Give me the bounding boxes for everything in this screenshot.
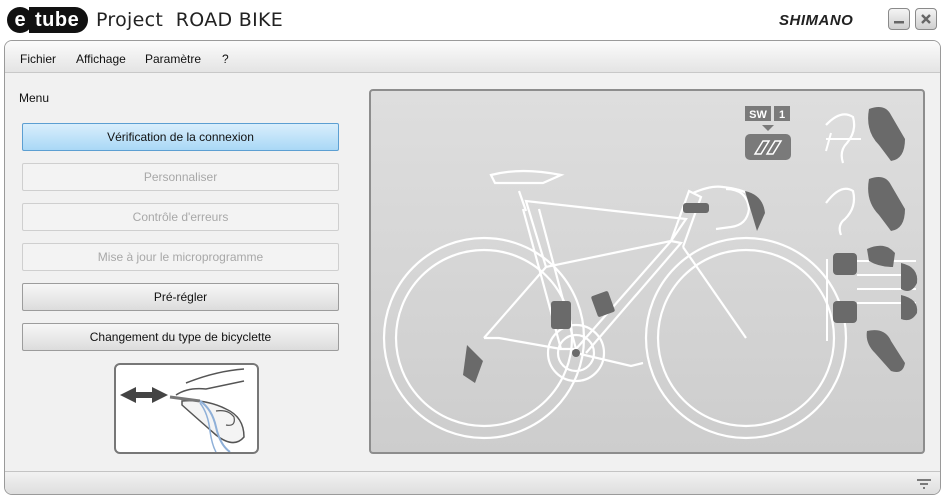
cable-plug-illustration: [120, 368, 245, 452]
bike-components: [463, 191, 765, 383]
shifter-diagram-top: [825, 107, 905, 236]
minimize-icon: [894, 21, 904, 24]
status-bar: [5, 471, 940, 494]
arrow-right-icon: [138, 387, 168, 403]
crankset: [546, 323, 644, 383]
close-icon: [921, 14, 931, 24]
cable-connection-illustration: [114, 363, 259, 454]
menu-parametre[interactable]: Paramètre: [145, 52, 201, 66]
road-bike-diagram: SW 1: [382, 106, 918, 440]
badge-num-text: 1: [779, 109, 785, 121]
bike-frame: [483, 169, 752, 354]
close-button[interactable]: [915, 8, 937, 30]
resize-grip-icon[interactable]: [916, 477, 932, 491]
menu-fichier[interactable]: Fichier: [20, 52, 56, 66]
shifter-diagram-bottom: [826, 245, 918, 372]
preset-button[interactable]: Pré-régler: [22, 283, 339, 311]
change-bicycle-type-button[interactable]: Changement du type de bicyclette: [22, 323, 339, 351]
firmware-update-button[interactable]: Mise à jour le microprogramme: [22, 243, 339, 271]
title-bar: e tube Project ROAD BIKE SHIMANO: [0, 0, 947, 40]
error-check-button[interactable]: Contrôle d'erreurs: [22, 203, 339, 231]
app-title: Project ROAD BIKE: [96, 9, 284, 31]
etube-logo: e tube: [7, 6, 89, 34]
menu-affichage[interactable]: Affichage: [76, 52, 126, 66]
connection-check-button[interactable]: Vérification de la connexion: [22, 123, 339, 151]
shimano-brand: SHIMANO: [779, 12, 854, 29]
menu-heading: Menu: [19, 91, 50, 105]
badge-sw-text: SW: [749, 109, 767, 121]
minimize-button[interactable]: [888, 8, 910, 30]
sw-junction-badge: SW 1: [745, 106, 791, 160]
bike-diagram-panel: SW 1: [369, 89, 925, 454]
main-window: Fichier Affichage Paramètre ? Menu Vérif…: [4, 40, 941, 495]
menu-help[interactable]: ?: [222, 52, 229, 66]
customize-button[interactable]: Personnaliser: [22, 163, 339, 191]
menu-bar: Fichier Affichage Paramètre ?: [5, 41, 940, 73]
bike-wheels: [382, 236, 848, 440]
etube-logo-word: tube: [29, 7, 89, 33]
